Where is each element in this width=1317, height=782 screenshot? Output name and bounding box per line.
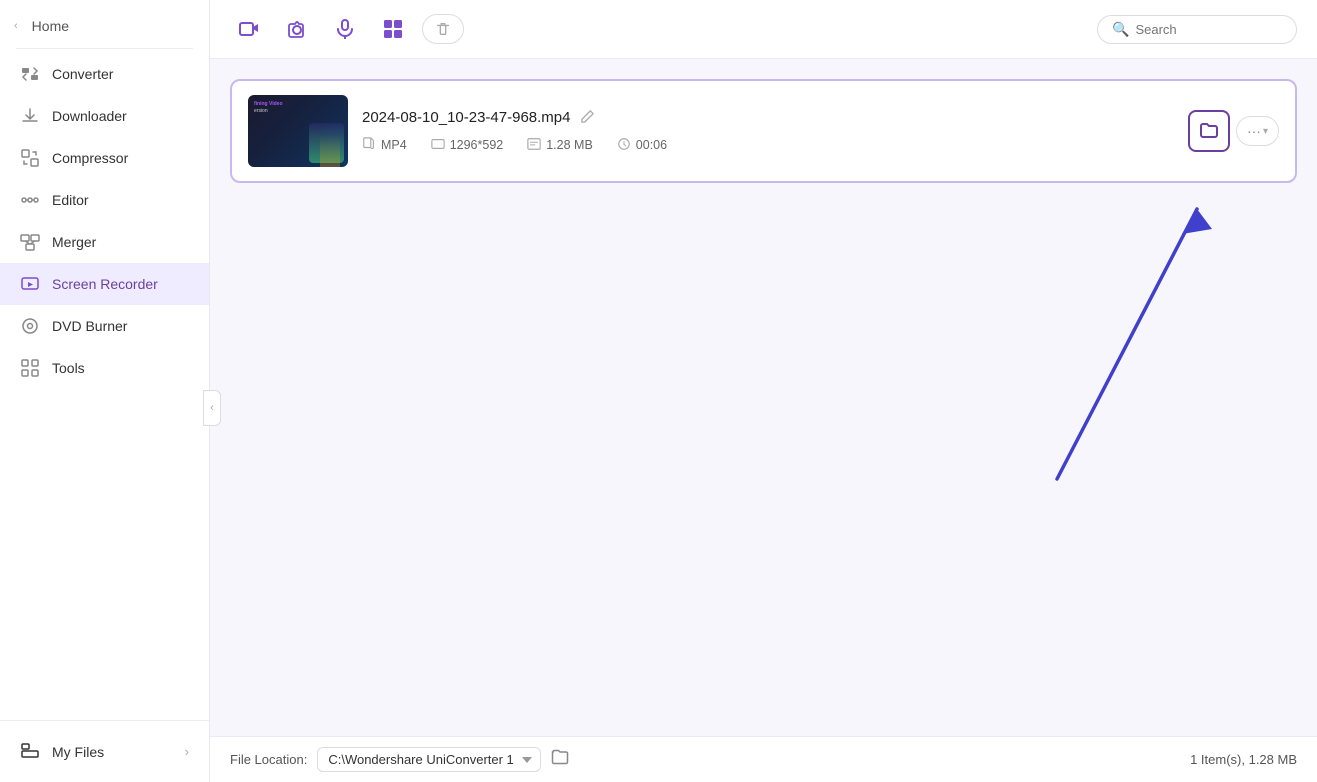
sidebar-divider	[16, 48, 193, 49]
file-card: fining Video ersion 2024-08-10_10-23-47-…	[230, 79, 1297, 183]
main-content: 🔍 fining Video ersion 202	[210, 0, 1317, 782]
toolbar-camera-button[interactable]	[278, 10, 316, 48]
sidebar-item-screen-recorder[interactable]: Screen Recorder	[0, 263, 209, 305]
my-files-icon	[20, 740, 40, 763]
screen-recorder-label: Screen Recorder	[52, 276, 158, 292]
dvd-burner-icon	[20, 316, 40, 336]
converter-label: Converter	[52, 66, 113, 82]
compressor-label: Compressor	[52, 150, 128, 166]
card-actions: ··· ▾	[1188, 110, 1279, 152]
resolution-icon	[431, 137, 445, 154]
annotation-arrow	[1027, 159, 1247, 499]
file-info: 2024-08-10_10-23-47-968.mp4 MP4	[362, 109, 1174, 154]
more-chevron-icon: ▾	[1263, 126, 1268, 137]
size-value: 1.28 MB	[546, 138, 593, 152]
file-location-label: File Location:	[230, 752, 307, 767]
sidebar-item-my-files[interactable]: My Files ›	[0, 729, 209, 774]
meta-resolution: 1296*592	[431, 137, 504, 154]
file-meta: MP4 1296*592 1.28 MB	[362, 137, 1174, 154]
tools-icon	[20, 358, 40, 378]
editor-label: Editor	[52, 192, 89, 208]
sidebar-item-compressor[interactable]: Compressor	[0, 137, 209, 179]
toolbar-apps-button[interactable]	[374, 10, 412, 48]
file-thumbnail: fining Video ersion	[248, 95, 348, 167]
merger-label: Merger	[52, 234, 96, 250]
tools-label: Tools	[52, 360, 85, 376]
compressor-icon	[20, 148, 40, 168]
toolbar: 🔍	[210, 0, 1317, 59]
screen-recorder-icon	[20, 274, 40, 294]
more-dots-icon: ···	[1247, 123, 1261, 139]
footer-open-folder-icon[interactable]	[551, 748, 569, 771]
footer: File Location: C:\Wondershare UniConvert…	[210, 736, 1317, 782]
sidebar-item-dvd-burner[interactable]: DVD Burner	[0, 305, 209, 347]
more-options-button[interactable]: ··· ▾	[1236, 116, 1279, 146]
converter-icon	[20, 64, 40, 84]
format-icon	[362, 137, 376, 154]
size-icon	[527, 137, 541, 154]
open-folder-button[interactable]	[1188, 110, 1230, 152]
downloader-icon	[20, 106, 40, 126]
my-files-chevron-icon: ›	[185, 744, 189, 759]
toolbar-video-button[interactable]	[230, 10, 268, 48]
meta-format: MP4	[362, 137, 407, 154]
toolbar-delete-button[interactable]	[422, 14, 464, 44]
sidebar-item-merger[interactable]: Merger	[0, 221, 209, 263]
format-value: MP4	[381, 138, 407, 152]
toolbar-mic-button[interactable]	[326, 10, 364, 48]
sidebar-item-home[interactable]: ‹ Home	[0, 8, 209, 44]
footer-left: File Location: C:\Wondershare UniConvert…	[230, 747, 569, 772]
search-input[interactable]	[1135, 22, 1282, 37]
home-label: Home	[32, 18, 69, 34]
file-name: 2024-08-10_10-23-47-968.mp4	[362, 109, 570, 126]
sidebar-item-converter[interactable]: Converter	[0, 53, 209, 95]
sidebar: ‹ Home Converter Downloader Compressor	[0, 0, 210, 782]
meta-size: 1.28 MB	[527, 137, 593, 154]
toolbar-left	[230, 10, 464, 48]
sidebar-item-downloader[interactable]: Downloader	[0, 95, 209, 137]
search-icon: 🔍	[1112, 21, 1129, 38]
sidebar-item-tools[interactable]: Tools	[0, 347, 209, 389]
duration-icon	[617, 137, 631, 154]
merger-icon	[20, 232, 40, 252]
downloader-label: Downloader	[52, 108, 127, 124]
editor-icon	[20, 190, 40, 210]
sidebar-item-editor[interactable]: Editor	[0, 179, 209, 221]
resolution-value: 1296*592	[450, 138, 504, 152]
content-area: fining Video ersion 2024-08-10_10-23-47-…	[210, 59, 1317, 736]
duration-value: 00:06	[636, 138, 667, 152]
footer-summary: 1 Item(s), 1.28 MB	[1190, 752, 1297, 767]
sidebar-collapse-button[interactable]: ‹	[203, 390, 221, 426]
chevron-left-icon: ‹	[14, 20, 18, 32]
search-box: 🔍	[1097, 15, 1297, 44]
file-location-select[interactable]: C:\Wondershare UniConverter 1	[317, 747, 541, 772]
meta-duration: 00:06	[617, 137, 667, 154]
my-files-label: My Files	[52, 744, 104, 760]
dvd-burner-label: DVD Burner	[52, 318, 127, 334]
edit-filename-icon[interactable]	[580, 109, 595, 127]
